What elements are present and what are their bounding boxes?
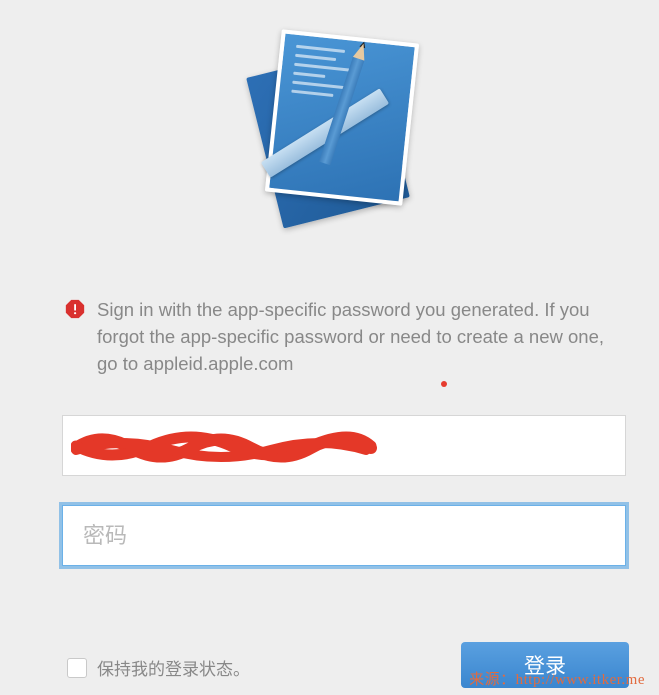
app-logo <box>0 20 659 220</box>
password-field[interactable] <box>62 505 626 566</box>
username-input[interactable] <box>81 432 607 460</box>
source-watermark: 来源：http://www.itker.me <box>469 668 645 689</box>
remember-me-label: 保持我的登录状态。 <box>97 655 250 680</box>
error-message-row: Sign in with the app-specific password y… <box>65 297 625 377</box>
annotation-dot <box>441 381 447 387</box>
password-input[interactable] <box>81 522 607 550</box>
alert-octagon-icon <box>65 299 85 319</box>
remember-me-checkbox[interactable]: 保持我的登录状态。 <box>67 655 250 680</box>
login-page: Sign in with the app-specific password y… <box>0 0 659 695</box>
username-field[interactable] <box>62 415 626 476</box>
error-message-text: Sign in with the app-specific password y… <box>97 297 625 377</box>
checkbox-box[interactable] <box>67 658 87 678</box>
